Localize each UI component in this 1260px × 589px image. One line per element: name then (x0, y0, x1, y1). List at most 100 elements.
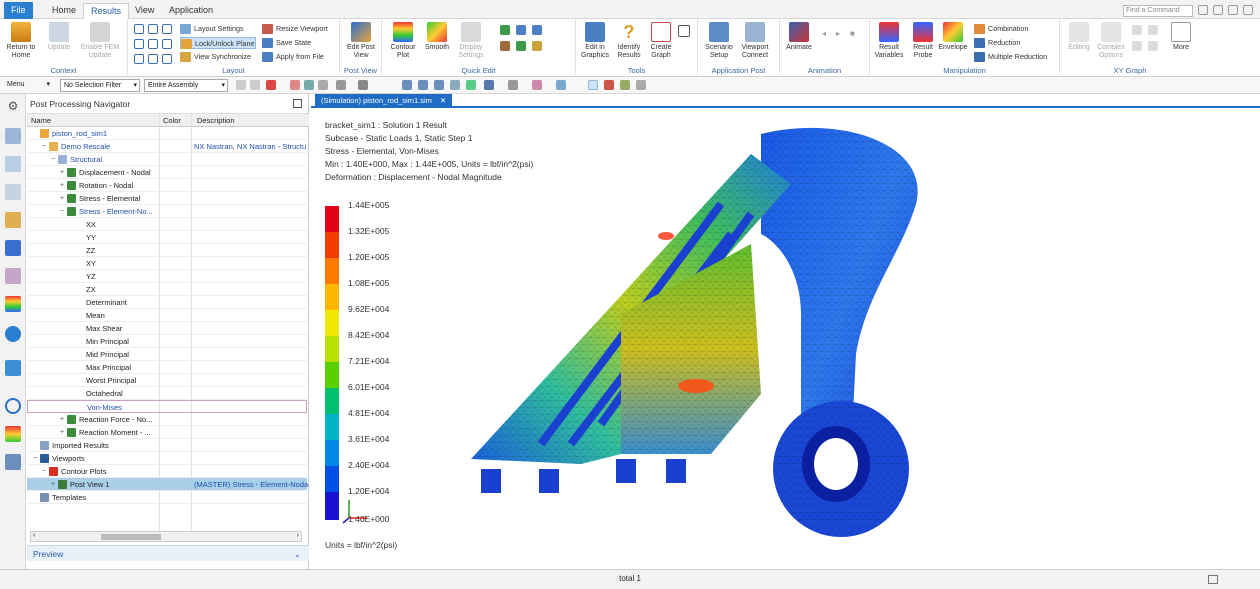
view-icon-2[interactable] (358, 80, 368, 90)
tab-view[interactable]: View (128, 3, 161, 19)
snap-icon-1[interactable] (236, 80, 246, 90)
tree-row[interactable]: Mean (27, 309, 307, 322)
sim-navigator-icon[interactable] (5, 212, 21, 228)
tree-row[interactable]: Determinant (27, 296, 307, 309)
quick-edit-icon-4[interactable] (500, 41, 510, 51)
editing-button[interactable]: Editing (1062, 22, 1096, 52)
column-name[interactable]: Name (31, 116, 51, 125)
edit-post-view-button[interactable]: Edit Post View (344, 22, 378, 60)
scroll-left-icon[interactable]: ‹ (33, 532, 35, 539)
view-synchronize-button[interactable]: View Synchronize (180, 51, 251, 63)
tree-row[interactable]: − Contour Plots (27, 465, 307, 478)
tree-row[interactable]: + Reaction Moment - ... (27, 426, 307, 439)
fea-bracket-model[interactable] (461, 124, 981, 564)
view-icon-6[interactable] (450, 80, 460, 90)
apply-from-file-button[interactable]: Apply from File (262, 51, 324, 63)
tree-row[interactable]: Min Principal (27, 335, 307, 348)
save-state-button[interactable]: Save State (262, 37, 311, 49)
view-icon-8[interactable] (484, 80, 494, 90)
assembly-scope-select[interactable]: Entire Assembly (144, 79, 228, 92)
update-button[interactable]: Update (42, 22, 76, 52)
menu-button[interactable]: Menu (4, 79, 52, 92)
tree-row[interactable]: Imported Results (27, 439, 307, 452)
chevron-down-icon[interactable]: ⌄ (294, 546, 301, 562)
palette-icon[interactable] (5, 426, 21, 442)
column-color[interactable]: Color (163, 116, 181, 125)
complex-options-button[interactable]: Complex Options (1094, 22, 1128, 60)
constraint-navigator-icon[interactable] (5, 184, 21, 200)
history-clock-icon[interactable] (5, 398, 21, 414)
result-probe-button[interactable]: Result Probe (906, 22, 940, 60)
collapse-icon[interactable]: − (58, 205, 66, 218)
lock-unlock-plane-button[interactable]: Lock/Unlock Plane (180, 37, 256, 49)
tree-row[interactable]: YZ (27, 270, 307, 283)
part-navigator-icon[interactable] (5, 156, 21, 172)
layout-6-icon[interactable] (162, 39, 172, 49)
tab-results[interactable]: Results (83, 3, 130, 20)
enable-fem-update-button[interactable]: Enable FEM Update (78, 22, 122, 60)
fem-navigator-icon[interactable] (5, 240, 21, 256)
xy-graph-icon-1[interactable] (1132, 25, 1142, 35)
snap-icon-2[interactable] (250, 80, 260, 90)
expand-icon[interactable]: + (49, 478, 57, 491)
expand-icon[interactable]: + (58, 413, 66, 426)
play-back-icon[interactable]: ◂ (822, 29, 832, 39)
result-variables-button[interactable]: Result Variables (872, 22, 906, 60)
info-icon[interactable] (5, 326, 21, 342)
horizontal-scrollbar[interactable]: ‹ › (30, 531, 302, 542)
view-icon-1[interactable] (336, 80, 346, 90)
layout-7-icon[interactable] (134, 54, 144, 64)
layout-5-icon[interactable] (148, 39, 158, 49)
scenario-setup-button[interactable]: Scenario Setup (702, 22, 736, 60)
create-graph-button[interactable]: Create Graph (644, 22, 678, 60)
resize-viewport-button[interactable]: Resize Viewport (262, 23, 328, 35)
quick-edit-icon-6[interactable] (532, 41, 542, 51)
xy-graph-icon-4[interactable] (1148, 41, 1158, 51)
tree-row[interactable]: + Rotation - Nodal (27, 179, 307, 192)
minimize-ribbon-icon[interactable] (1243, 5, 1253, 15)
tree-row[interactable]: Max Principal (27, 361, 307, 374)
viewport-connect-button[interactable]: Viewport Connect (738, 22, 772, 60)
search-icon[interactable] (1198, 5, 1208, 15)
tree-row[interactable]: Von-Mises (27, 400, 307, 413)
quick-edit-icon-5[interactable] (516, 41, 526, 51)
close-icon[interactable]: ✕ (440, 96, 446, 105)
tree-row[interactable]: XX (27, 218, 307, 231)
expand-icon[interactable]: + (58, 192, 66, 205)
layout-settings-button[interactable]: Layout Settings (180, 23, 244, 35)
smooth-button[interactable]: Smooth (420, 22, 454, 52)
tree-row[interactable]: Worst Principal (27, 374, 307, 387)
view-icon-11[interactable] (556, 80, 566, 90)
collapse-icon[interactable]: − (40, 140, 48, 153)
combination-button[interactable]: Combination (974, 23, 1028, 35)
snap-icon-3[interactable] (266, 80, 276, 90)
tab-home[interactable]: Home (45, 3, 83, 19)
view-icon-3[interactable] (402, 80, 412, 90)
snap-icon-4[interactable] (290, 80, 300, 90)
tree-row[interactable]: Templates (27, 491, 307, 504)
reduction-button[interactable]: Reduction (974, 37, 1020, 49)
fullscreen-icon[interactable] (1208, 575, 1218, 584)
graphics-tab[interactable]: (Simulation) piston_rod_sim1.sim ✕ (315, 94, 453, 108)
tab-application[interactable]: Application (162, 3, 220, 19)
post-navigator-icon[interactable] (5, 268, 21, 284)
contour-plot-button[interactable]: Contour Plot (386, 22, 420, 60)
display-settings-button[interactable]: Display Settings (454, 22, 488, 60)
column-description[interactable]: Description (197, 116, 235, 125)
tree-row[interactable]: piston_rod_sim1 (27, 127, 307, 140)
quick-edit-icon-3[interactable] (532, 25, 542, 35)
multiple-reduction-button[interactable]: Multiple Reduction (974, 51, 1047, 63)
snap-icon-5[interactable] (304, 80, 314, 90)
tab-file[interactable]: File (4, 2, 33, 19)
tree-row[interactable]: Octahedral (27, 387, 307, 400)
view-icon-4[interactable] (418, 80, 428, 90)
view-icon-13[interactable] (604, 80, 614, 90)
collapse-icon[interactable]: − (49, 153, 57, 166)
settings-gear-icon[interactable]: ⚙ (5, 98, 21, 114)
graphics-window[interactable]: (Simulation) piston_rod_sim1.sim ✕ brack… (311, 94, 1260, 569)
snap-icon-6[interactable] (318, 80, 328, 90)
help-icon[interactable] (1228, 5, 1238, 15)
edit-in-graphics-button[interactable]: Edit in Graphics (578, 22, 612, 60)
roles-icon[interactable] (5, 454, 21, 470)
view-icon-12[interactable] (588, 80, 598, 90)
